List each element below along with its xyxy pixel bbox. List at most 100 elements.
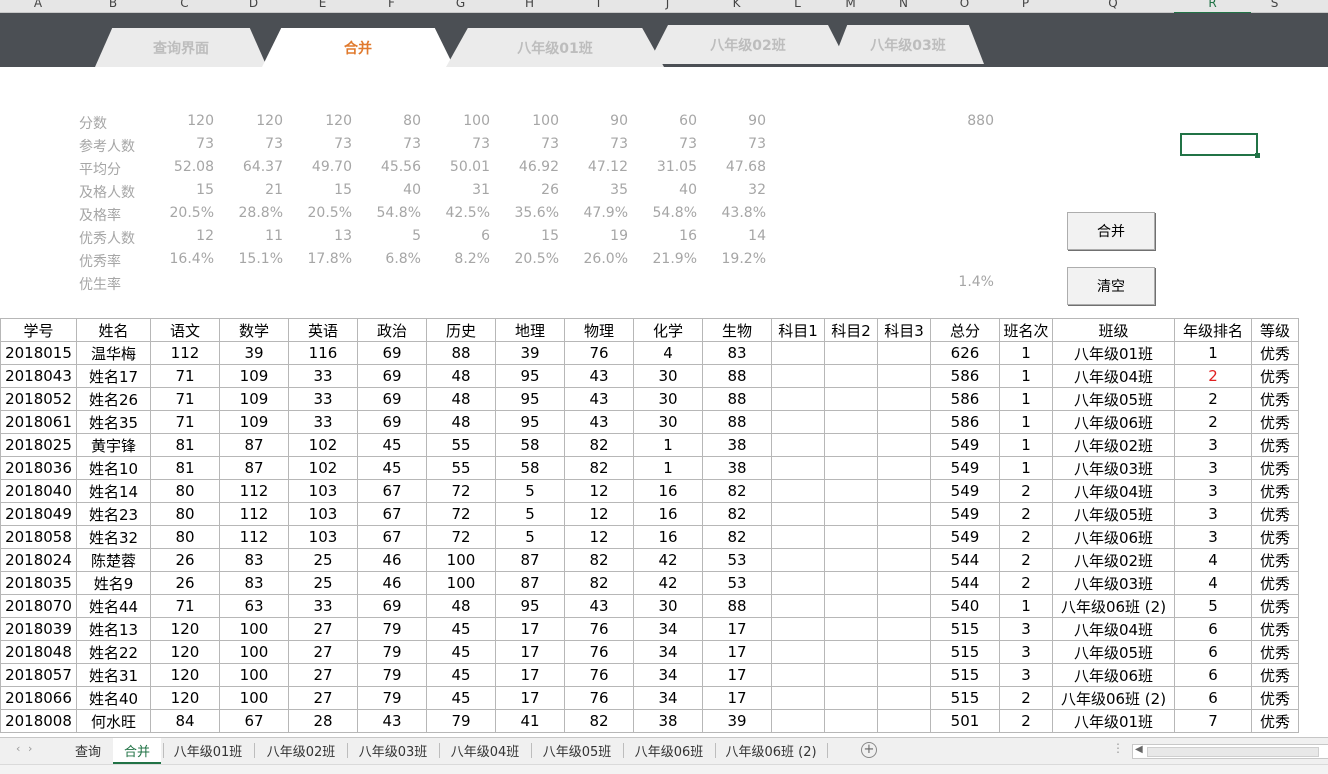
table-cell[interactable]: 姓名22 xyxy=(76,640,151,664)
table-cell[interactable]: 16 xyxy=(633,502,703,526)
table-cell[interactable]: 67 xyxy=(357,525,427,549)
table-cell[interactable]: 7 xyxy=(1174,709,1252,733)
column-header-r[interactable]: R xyxy=(1174,0,1251,14)
table-cell[interactable]: 1 xyxy=(633,456,703,480)
table-cell[interactable]: 优秀 xyxy=(1251,709,1299,733)
table-cell[interactable]: 45 xyxy=(357,456,427,480)
table-cell[interactable] xyxy=(877,410,931,434)
table-cell[interactable] xyxy=(824,364,878,388)
table-cell[interactable] xyxy=(824,686,878,710)
table-cell[interactable]: 33 xyxy=(288,364,358,388)
table-cell[interactable]: 102 xyxy=(288,433,358,457)
table-cell[interactable]: 2 xyxy=(1174,364,1252,388)
table-cell[interactable]: 46 xyxy=(357,548,427,572)
table-cell[interactable] xyxy=(877,686,931,710)
table-cell[interactable] xyxy=(877,617,931,641)
table-cell[interactable]: 45 xyxy=(357,433,427,457)
table-cell[interactable]: 100 xyxy=(219,640,289,664)
column-header-cell[interactable]: 英语 xyxy=(288,318,358,342)
table-cell[interactable]: 58 xyxy=(495,433,565,457)
table-cell[interactable]: 71 xyxy=(150,410,220,434)
table-cell[interactable] xyxy=(824,502,878,526)
table-cell[interactable]: 2018058 xyxy=(0,525,77,549)
table-cell[interactable] xyxy=(824,525,878,549)
table-cell[interactable]: 79 xyxy=(426,709,496,733)
table-cell[interactable]: 95 xyxy=(495,387,565,411)
table-cell[interactable]: 八年级06班 xyxy=(1052,663,1175,687)
table-cell[interactable]: 33 xyxy=(288,410,358,434)
table-cell[interactable]: 黄宇锋 xyxy=(76,433,151,457)
table-cell[interactable]: 102 xyxy=(288,456,358,480)
table-cell[interactable]: 586 xyxy=(930,387,1000,411)
column-header-cell[interactable]: 等级 xyxy=(1251,318,1299,342)
table-cell[interactable] xyxy=(824,663,878,687)
table-cell[interactable]: 43 xyxy=(564,387,634,411)
table-cell[interactable] xyxy=(824,456,878,480)
table-cell[interactable]: 3 xyxy=(1174,433,1252,457)
table-cell[interactable]: 17 xyxy=(702,617,772,641)
table-cell[interactable]: 88 xyxy=(702,594,772,618)
table-cell[interactable]: 2018035 xyxy=(0,571,77,595)
table-cell[interactable]: 53 xyxy=(702,548,772,572)
table-cell[interactable]: 30 xyxy=(633,364,703,388)
table-cell[interactable]: 27 xyxy=(288,640,358,664)
table-cell[interactable]: 3 xyxy=(1174,479,1252,503)
table-cell[interactable] xyxy=(877,433,931,457)
table-cell[interactable]: 1 xyxy=(999,364,1053,388)
scrollbar-thumb[interactable] xyxy=(1147,747,1319,757)
table-cell[interactable]: 八年级02班 xyxy=(1052,548,1175,572)
table-cell[interactable]: 515 xyxy=(930,663,1000,687)
table-cell[interactable]: 优秀 xyxy=(1251,640,1299,664)
table-cell[interactable]: 95 xyxy=(495,410,565,434)
table-cell[interactable]: 2 xyxy=(999,525,1053,549)
scroll-left-arrow-icon[interactable]: ◀ xyxy=(1135,744,1143,755)
column-header-m[interactable]: M xyxy=(824,0,877,12)
table-cell[interactable] xyxy=(771,341,825,365)
table-cell[interactable]: 100 xyxy=(426,548,496,572)
table-cell[interactable]: 优秀 xyxy=(1251,387,1299,411)
table-cell[interactable]: 5 xyxy=(495,525,565,549)
table-cell[interactable]: 120 xyxy=(150,663,220,687)
table-cell[interactable]: 88 xyxy=(702,387,772,411)
sheet-tab-2[interactable]: 八年级01班 xyxy=(164,738,252,762)
column-header-e[interactable]: E xyxy=(288,0,357,12)
table-cell[interactable]: 27 xyxy=(288,617,358,641)
table-cell[interactable]: 4 xyxy=(1174,571,1252,595)
table-cell[interactable]: 79 xyxy=(357,686,427,710)
column-header-cell[interactable]: 科目2 xyxy=(824,318,878,342)
table-cell[interactable]: 2 xyxy=(999,502,1053,526)
table-cell[interactable]: 优秀 xyxy=(1251,341,1299,365)
table-cell[interactable]: 优秀 xyxy=(1251,502,1299,526)
table-cell[interactable]: 34 xyxy=(633,640,703,664)
table-cell[interactable]: 63 xyxy=(219,594,289,618)
table-cell[interactable] xyxy=(877,525,931,549)
column-header-cell[interactable]: 科目3 xyxy=(877,318,931,342)
table-cell[interactable] xyxy=(771,709,825,733)
column-header-f[interactable]: F xyxy=(357,0,426,12)
table-cell[interactable]: 79 xyxy=(357,663,427,687)
table-cell[interactable]: 17 xyxy=(702,686,772,710)
table-cell[interactable]: 48 xyxy=(426,594,496,618)
table-cell[interactable] xyxy=(877,571,931,595)
table-cell[interactable]: 1 xyxy=(999,456,1053,480)
table-cell[interactable]: 83 xyxy=(219,548,289,572)
table-cell[interactable]: 82 xyxy=(564,433,634,457)
column-header-cell[interactable]: 姓名 xyxy=(76,318,151,342)
table-cell[interactable]: 八年级05班 xyxy=(1052,387,1175,411)
table-cell[interactable]: 55 xyxy=(426,433,496,457)
table-cell[interactable]: 88 xyxy=(426,341,496,365)
table-cell[interactable]: 2018061 xyxy=(0,410,77,434)
sheet-tab-4[interactable]: 八年级03班 xyxy=(349,738,437,762)
table-cell[interactable]: 17 xyxy=(495,640,565,664)
column-header-s[interactable]: S xyxy=(1251,0,1298,12)
table-cell[interactable]: 80 xyxy=(150,502,220,526)
table-cell[interactable]: 优秀 xyxy=(1251,617,1299,641)
table-cell[interactable]: 6 xyxy=(1174,617,1252,641)
table-cell[interactable]: 53 xyxy=(702,571,772,595)
table-cell[interactable]: 八年级02班 xyxy=(1052,433,1175,457)
table-cell[interactable]: 103 xyxy=(288,525,358,549)
nav-tab-1[interactable]: 合并 xyxy=(262,28,454,67)
table-cell[interactable]: 优秀 xyxy=(1251,456,1299,480)
table-cell[interactable]: 48 xyxy=(426,364,496,388)
table-cell[interactable]: 515 xyxy=(930,686,1000,710)
